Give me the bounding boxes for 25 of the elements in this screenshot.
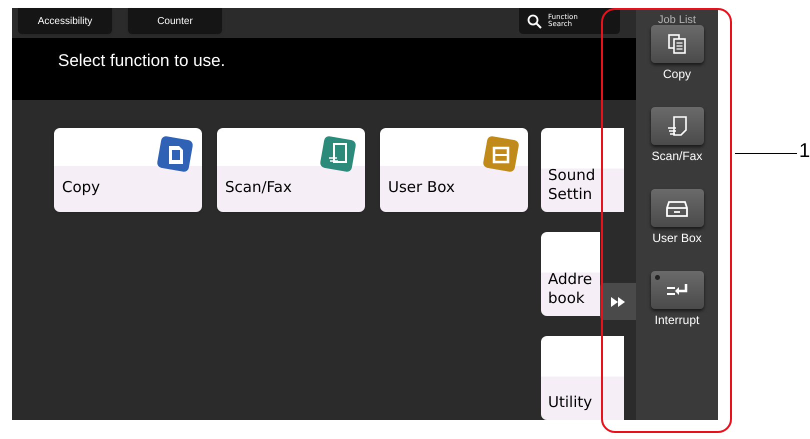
forward-button[interactable] xyxy=(600,283,636,320)
copy-icon xyxy=(666,33,688,55)
function-tile[interactable]: Addre book xyxy=(541,232,600,316)
quick-button-label: Interrupt xyxy=(654,312,700,329)
double-arrow-icon xyxy=(611,296,625,306)
quick-button[interactable] xyxy=(650,107,704,145)
top-menu-button[interactable]: Accessibility xyxy=(18,8,112,34)
function-tile[interactable]: Copy xyxy=(54,128,202,212)
quick-button-label: Copy xyxy=(662,66,691,83)
prompt-text: Select function to use. xyxy=(58,50,226,72)
quick-button-label: Scan/Fax xyxy=(652,148,702,165)
top-menu-button[interactable]: Counter xyxy=(128,8,222,34)
function-tile[interactable]: Sound Settin xyxy=(541,128,624,212)
quick-button[interactable] xyxy=(650,25,704,63)
leader-line xyxy=(735,153,797,154)
function-tile[interactable]: Utility xyxy=(541,336,624,420)
quick-button-label: User Box xyxy=(652,230,702,247)
document-scan-icon xyxy=(666,115,688,137)
function-tile[interactable]: Scan/Fax xyxy=(217,128,365,212)
job-list-label: Job List xyxy=(658,14,696,26)
quick-button[interactable] xyxy=(650,271,704,309)
search-icon xyxy=(527,14,542,28)
callout-number: 1 xyxy=(799,141,810,161)
function-tile[interactable]: User Box xyxy=(380,128,528,212)
quick-button[interactable] xyxy=(650,189,704,227)
